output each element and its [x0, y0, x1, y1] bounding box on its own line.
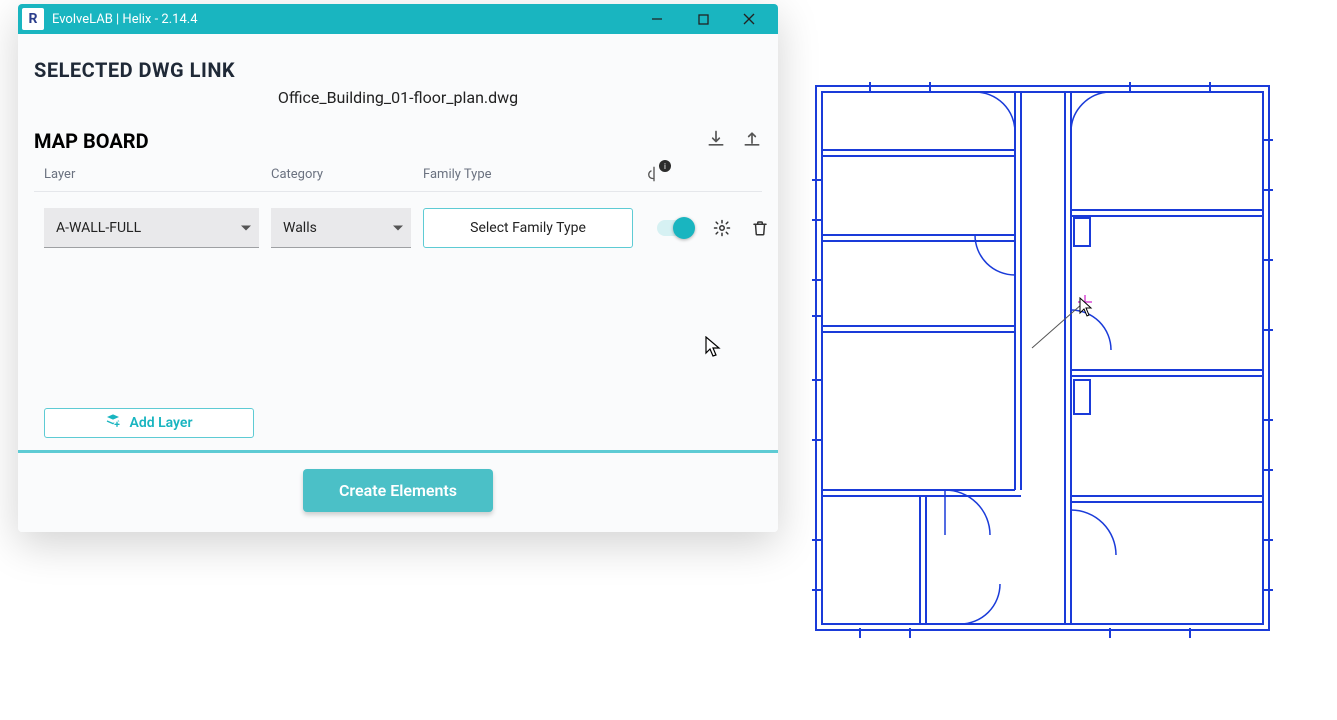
- export-mapping-icon[interactable]: [742, 129, 762, 153]
- app-icon: R: [22, 8, 44, 30]
- add-layer-label: Add Layer: [129, 415, 192, 431]
- close-button[interactable]: [726, 4, 772, 34]
- select-family-type-button[interactable]: Select Family Type: [423, 208, 633, 248]
- import-mapping-icon[interactable]: [706, 129, 726, 153]
- row-toggle[interactable]: [657, 220, 693, 236]
- column-header-category: Category: [271, 167, 411, 182]
- category-select-value: Walls: [283, 220, 317, 236]
- map-board-header-row: MAP BOARD: [34, 129, 762, 153]
- create-elements-button[interactable]: Create Elements: [303, 469, 493, 512]
- category-select[interactable]: Walls: [271, 208, 411, 248]
- add-layer-plus-icon: [105, 413, 121, 433]
- row-delete-icon[interactable]: [751, 219, 769, 237]
- maximize-button[interactable]: [680, 4, 726, 34]
- toggle-knob: [673, 217, 695, 239]
- selected-dwg-heading: SELECTED DWG LINK: [34, 58, 762, 82]
- row-settings-icon[interactable]: [713, 219, 731, 237]
- column-header-family-type: Family Type: [423, 167, 633, 182]
- chevron-down-icon: [393, 225, 403, 230]
- map-board-column-headers: Layer Category Family Type i: [34, 159, 762, 192]
- dialog-footer: Create Elements: [18, 450, 778, 532]
- create-elements-label: Create Elements: [339, 481, 457, 500]
- centerline-info-badge: i: [659, 160, 671, 172]
- layer-select-value: A-WALL-FULL: [56, 220, 141, 236]
- floor-plan-canvas[interactable]: [810, 80, 1275, 640]
- dwg-filename: Office_Building_01-floor_plan.dwg: [34, 88, 762, 107]
- title-bar: R EvolveLAB | Helix - 2.14.4: [18, 4, 778, 34]
- mapping-row: A-WALL-FULL Walls Select Family Type: [34, 192, 762, 258]
- family-type-label: Select Family Type: [470, 220, 586, 236]
- helix-dialog: R EvolveLAB | Helix - 2.14.4 SELECTED DW…: [18, 4, 778, 532]
- minimize-button[interactable]: [634, 4, 680, 34]
- map-board-heading: MAP BOARD: [34, 129, 149, 153]
- layer-select[interactable]: A-WALL-FULL: [44, 208, 259, 248]
- column-header-layer: Layer: [44, 167, 259, 182]
- add-layer-button[interactable]: Add Layer: [44, 408, 254, 438]
- chevron-down-icon: [241, 225, 251, 230]
- cursor-icon: [705, 336, 723, 362]
- centerline-icon[interactable]: i: [645, 165, 663, 183]
- window-title: EvolveLAB | Helix - 2.14.4: [52, 12, 634, 27]
